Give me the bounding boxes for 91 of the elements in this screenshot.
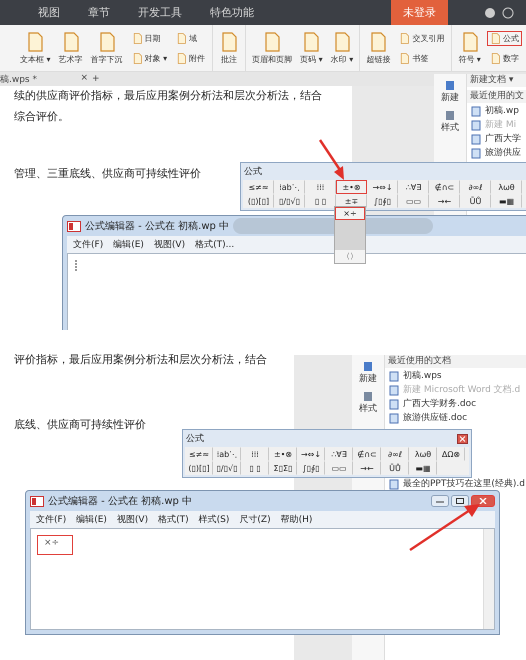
- menu-item[interactable]: 编辑(E): [76, 513, 107, 526]
- file-item[interactable]: 旅游供应: [471, 148, 526, 159]
- palette-title: 公式: [244, 166, 262, 178]
- app-icon: [30, 496, 44, 506]
- page-icon: [490, 32, 501, 44]
- ribbon-button[interactable]: 艺术字: [56, 30, 85, 66]
- page-icon: [445, 80, 455, 91]
- document-icon: [471, 106, 481, 117]
- menu-item[interactable]: 样式(S): [198, 513, 230, 526]
- minimize-button[interactable]: [431, 495, 449, 507]
- sidebar-button[interactable]: 样式: [441, 110, 459, 134]
- ribbon-button[interactable]: 批注: [217, 30, 242, 66]
- document-text: 综合评价。: [14, 109, 69, 124]
- window-title: 公式编辑器 - 公式在 初稿.wp 中: [48, 494, 192, 508]
- ribbon-button[interactable]: 文本框 ▾: [18, 30, 53, 66]
- file-item[interactable]: 初稿.wp: [471, 106, 526, 117]
- palette-title: 公式: [186, 432, 204, 445]
- document-icon: [471, 120, 481, 131]
- menu-tab[interactable]: 开发工具: [138, 5, 182, 20]
- menu-tab[interactable]: 视图: [38, 5, 60, 20]
- document-text: 底线、供应商可持续性评价: [14, 417, 146, 432]
- ribbon-button[interactable]: 对象 ▾: [128, 50, 170, 66]
- ribbon-button[interactable]: 页眉和页脚: [250, 30, 294, 66]
- document-icon: [389, 399, 399, 410]
- menu-item[interactable]: 视图(V): [116, 513, 148, 526]
- menu-item[interactable]: 帮助(H): [280, 513, 312, 526]
- sidebar-button[interactable]: 样式: [359, 391, 377, 415]
- scroll-bar[interactable]: [483, 529, 494, 629]
- document-icon: [389, 413, 399, 424]
- file-item[interactable]: 最全的PPT技巧在这里(经典).d: [389, 479, 526, 490]
- file-item[interactable]: 旅游供应链.doc: [389, 413, 526, 424]
- maximize-icon: [456, 498, 464, 504]
- page-icon: [363, 391, 373, 402]
- ribbon-button[interactable]: 公式: [486, 30, 522, 46]
- page-icon: [132, 32, 143, 44]
- menu-item[interactable]: 尺寸(Z): [239, 513, 271, 526]
- ribbon-button[interactable]: 附件: [173, 50, 208, 66]
- menu-tab[interactable]: 章节: [88, 5, 110, 20]
- file-item[interactable]: 初稿.wps: [389, 371, 526, 382]
- document-icon: [389, 371, 399, 382]
- menu-tab[interactable]: 特色功能: [210, 5, 254, 20]
- menu-item[interactable]: 编辑(E): [113, 238, 144, 251]
- ribbon-button[interactable]: 日期: [128, 30, 170, 46]
- file-item[interactable]: 广西大学财务.doc: [389, 399, 526, 410]
- section-header: 最近使用的文档: [385, 355, 526, 368]
- ribbon-button[interactable]: 超链接: [364, 30, 392, 66]
- document-icon: [389, 385, 399, 396]
- page-icon: [445, 110, 455, 121]
- ribbon-button[interactable]: 域: [173, 30, 208, 46]
- sidebar-button[interactable]: 新建: [359, 361, 377, 385]
- close-icon[interactable]: [457, 434, 468, 444]
- menu-item[interactable]: 格式(T): [158, 513, 189, 526]
- ribbon-button[interactable]: 页码 ▾: [298, 30, 325, 66]
- ribbon-button[interactable]: 符号 ▾: [456, 30, 483, 66]
- ribbon-button[interactable]: 数字: [486, 50, 522, 66]
- file-item[interactable]: 广西大学: [471, 134, 526, 145]
- formula-content: ×÷: [37, 535, 73, 555]
- document-text: 续的供应商评价指标，最后应用案例分析法和层次分析法，结合: [14, 88, 322, 103]
- menu-item[interactable]: 文件(F): [36, 513, 66, 526]
- ribbon-button[interactable]: 交叉引用: [396, 30, 448, 46]
- add-tab-button[interactable]: +: [92, 74, 100, 84]
- close-icon: [479, 498, 487, 504]
- close-button[interactable]: [471, 495, 495, 507]
- page-icon: [132, 52, 143, 64]
- section-header: 最近使用的文: [467, 90, 526, 103]
- page-icon: [363, 361, 373, 372]
- ribbon-button[interactable]: 书签: [396, 50, 448, 66]
- document-text: 管理、三重底线、供应商可持续性评价: [14, 166, 201, 181]
- panel-header[interactable]: 新建文档 ▾: [467, 74, 526, 87]
- page-icon: [176, 52, 188, 64]
- menu-item[interactable]: 格式(T)...: [195, 238, 234, 251]
- maximize-button[interactable]: [451, 495, 469, 507]
- page-icon: [490, 52, 501, 64]
- page-icon: [399, 32, 410, 44]
- text-cursor-icon: [74, 260, 78, 272]
- ribbon-button[interactable]: 首字下沉: [88, 30, 125, 66]
- page-icon: [399, 52, 410, 64]
- window-title: 公式编辑器 - 公式在 初稿.wp 中: [85, 220, 230, 233]
- menu-item[interactable]: 文件(F): [73, 238, 104, 251]
- app-icon: [67, 220, 81, 232]
- minimize-icon: [436, 499, 444, 503]
- menu-item[interactable]: 视图(V): [154, 238, 186, 251]
- sidebar-button[interactable]: 新建: [441, 80, 459, 104]
- symbol-button[interactable]: ±•⊗: [336, 180, 367, 194]
- page-icon: [176, 32, 188, 44]
- document-tab[interactable]: 稿.wps * ×: [0, 72, 92, 86]
- document-icon: [471, 134, 481, 145]
- document-icon: [471, 148, 481, 159]
- symbol-option[interactable]: ×÷: [335, 207, 365, 220]
- ribbon-button[interactable]: 水印 ▾: [328, 30, 356, 66]
- document-text: 评价指标，最后应用案例分析法和层次分析法，结合: [14, 352, 267, 367]
